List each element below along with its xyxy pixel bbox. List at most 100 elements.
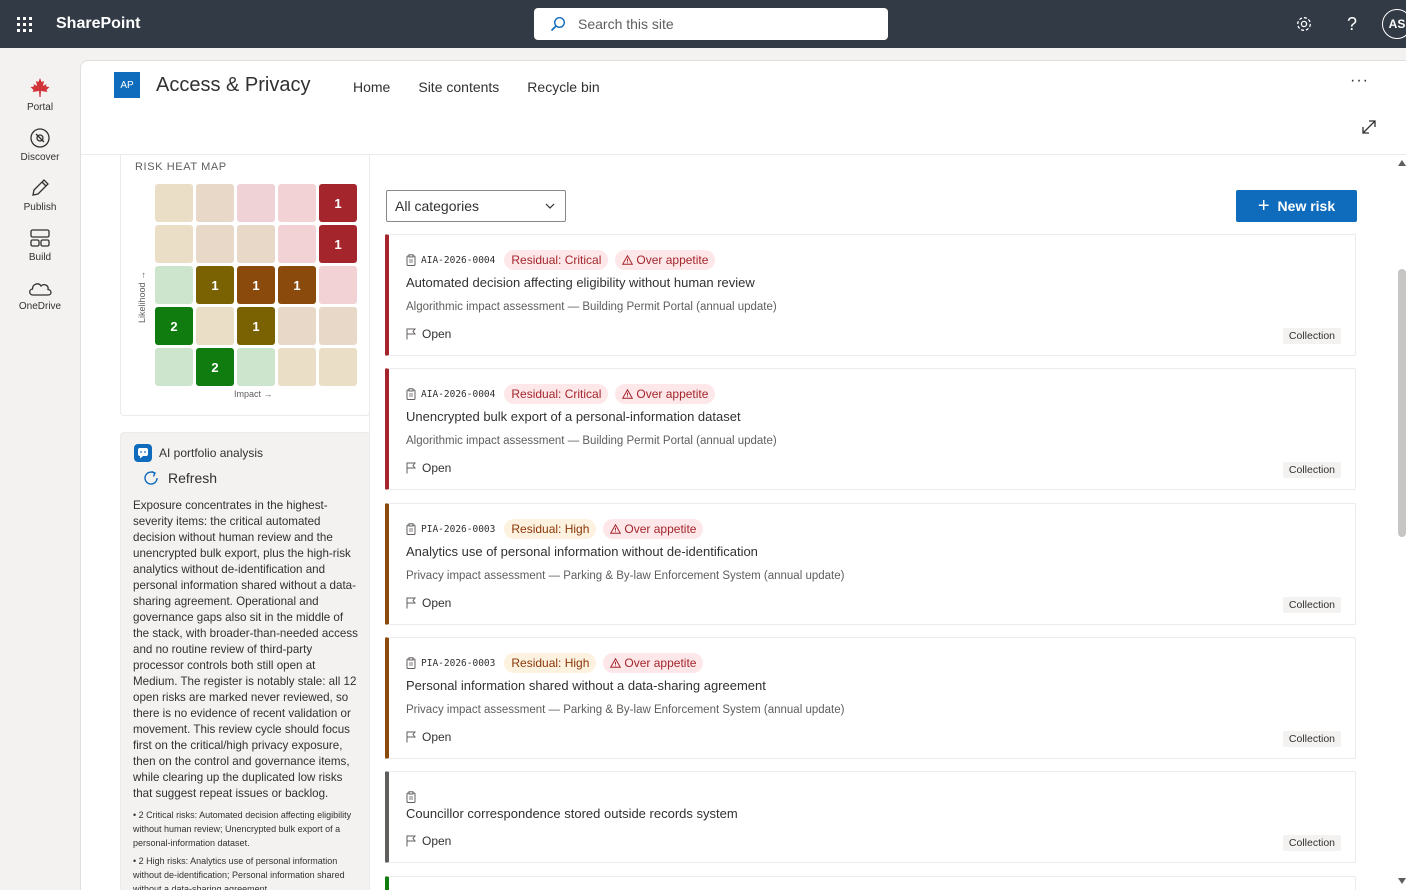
risk-code: PIA-2026-0003 xyxy=(421,523,496,535)
settings-button[interactable] xyxy=(1280,0,1328,48)
heat-map-cell[interactable] xyxy=(319,348,357,386)
residual-badge: Residual: High xyxy=(504,653,597,673)
site-logo[interactable]: AP xyxy=(114,72,140,98)
risk-subtitle: Algorithmic impact assessment — Building… xyxy=(406,435,777,447)
avatar[interactable]: AS xyxy=(1382,9,1406,39)
heat-map-cell[interactable] xyxy=(319,266,357,304)
appbar-item-label: Build xyxy=(28,252,52,263)
heat-map-cell[interactable] xyxy=(278,307,316,345)
new-risk-label: New risk xyxy=(1277,198,1336,214)
heat-map-cell[interactable] xyxy=(278,184,316,222)
question-icon: ? xyxy=(1346,13,1357,34)
heat-map-title: RISK HEAT MAP xyxy=(135,161,227,173)
residual-badge: Residual: Critical xyxy=(504,250,609,270)
risk-status-label: Open xyxy=(422,327,452,341)
risk-card[interactable]: Councillor correspondence stored outside… xyxy=(385,771,1356,863)
scrollbar[interactable] xyxy=(1397,155,1406,890)
heat-map-cell[interactable] xyxy=(278,225,316,263)
heat-map-cell[interactable]: 1 xyxy=(278,266,316,304)
nav-home[interactable]: Home xyxy=(353,79,390,95)
more-options-button[interactable]: ··· xyxy=(1350,72,1369,90)
risk-code: PIA-2026-0003 xyxy=(421,657,496,669)
category-value: All categories xyxy=(395,198,480,214)
expand-icon[interactable] xyxy=(1361,119,1377,135)
heat-map-cell[interactable]: 1 xyxy=(319,225,357,263)
clipboard-icon xyxy=(406,254,416,266)
heat-map-cell[interactable] xyxy=(155,184,193,222)
heat-map-cell[interactable] xyxy=(237,184,275,222)
heat-map-cell[interactable] xyxy=(196,184,234,222)
appetite-label: Over appetite xyxy=(624,656,697,670)
appetite-badge: Over appetite xyxy=(603,519,704,539)
appbar-item-build[interactable]: Build xyxy=(0,220,80,270)
risk-card-partial[interactable] xyxy=(385,876,1356,890)
risk-title[interactable]: Analytics use of personal information wi… xyxy=(406,544,758,559)
scroll-up-icon[interactable] xyxy=(1397,159,1406,167)
residual-badge: Residual: Critical xyxy=(504,384,609,404)
appbar-item-discover[interactable]: Discover xyxy=(0,120,80,170)
appbar-item-label: OneDrive xyxy=(18,301,62,312)
heat-map-cell[interactable] xyxy=(155,266,193,304)
risk-title[interactable]: Personal information shared without a da… xyxy=(406,678,766,693)
risk-status: Open xyxy=(406,327,451,341)
heat-map-cell[interactable] xyxy=(237,348,275,386)
flag-icon xyxy=(406,462,416,474)
heat-map-cell[interactable]: 1 xyxy=(319,184,357,222)
gear-icon xyxy=(1297,17,1311,31)
risk-subtitle: Algorithmic impact assessment — Building… xyxy=(406,301,777,313)
risk-title[interactable]: Councillor correspondence stored outside… xyxy=(406,806,738,821)
heat-map-cell[interactable] xyxy=(196,307,234,345)
risk-title[interactable]: Unencrypted bulk export of a personal-in… xyxy=(406,409,741,424)
heat-map-cell[interactable]: 2 xyxy=(155,307,193,345)
risk-subtitle: Privacy impact assessment — Parking & By… xyxy=(406,704,845,716)
warning-icon xyxy=(610,658,622,668)
risk-status-label: Open xyxy=(422,834,452,848)
heat-map-cell[interactable] xyxy=(196,225,234,263)
search-box[interactable]: Search this site xyxy=(534,8,888,40)
appbar-item-portal[interactable]: Portal xyxy=(0,70,80,120)
column-divider xyxy=(369,155,370,890)
heat-map-cell[interactable]: 1 xyxy=(237,307,275,345)
scroll-down-icon[interactable] xyxy=(1397,877,1406,885)
nav-recycle-bin[interactable]: Recycle bin xyxy=(527,79,599,95)
clipboard-icon xyxy=(406,523,416,535)
heat-map-cell[interactable] xyxy=(278,348,316,386)
appbar-item-onedrive[interactable]: OneDrive xyxy=(0,270,80,320)
risk-card[interactable]: PIA-2026-0003 Residual: High Over appetite… xyxy=(385,637,1356,759)
ai-bullet: • 2 Critical risks: Automated decision a… xyxy=(133,810,352,848)
heat-map-cell[interactable]: 2 xyxy=(196,348,234,386)
help-button[interactable]: ? xyxy=(1328,0,1376,48)
ai-bullet-list: • 2 Critical risks: Automated decision a… xyxy=(133,808,361,890)
warning-icon xyxy=(622,255,634,265)
heat-map-cell[interactable]: 1 xyxy=(237,266,275,304)
risk-heat-map: RISK HEAT MAP Likelihood → 11111212 Impa… xyxy=(120,155,370,416)
heat-map-cell[interactable] xyxy=(237,225,275,263)
new-risk-button[interactable]: + New risk xyxy=(1236,190,1357,222)
appbar-item-publish[interactable]: Publish xyxy=(0,170,80,220)
chevron-down-icon xyxy=(545,203,555,209)
site-title[interactable]: Access & Privacy xyxy=(156,74,310,97)
risk-status-label: Open xyxy=(422,730,452,744)
search-input[interactable]: Search this site xyxy=(578,16,674,32)
category-dropdown[interactable]: All categories xyxy=(386,190,566,222)
refresh-button[interactable]: Refresh xyxy=(142,469,217,487)
heat-map-cell[interactable] xyxy=(155,225,193,263)
heat-map-cell[interactable]: 1 xyxy=(196,266,234,304)
search-icon xyxy=(550,16,566,32)
risk-card[interactable]: PIA-2026-0003 Residual: High Over appetite… xyxy=(385,503,1356,625)
warning-icon xyxy=(622,389,634,399)
heat-map-cell[interactable] xyxy=(319,307,357,345)
nav-site-contents[interactable]: Site contents xyxy=(418,79,499,95)
risk-card[interactable]: AIA-2026-0004 Residual: Critical Over appe… xyxy=(385,234,1356,356)
appbar-item-label: Publish xyxy=(23,202,57,213)
brand-name[interactable]: SharePoint xyxy=(56,15,140,33)
risk-card[interactable]: AIA-2026-0004 Residual: Critical Over appe… xyxy=(385,368,1356,490)
category-tag: Collection xyxy=(1282,597,1341,613)
heat-map-cell[interactable] xyxy=(155,348,193,386)
ai-summary-text: Exposure concentrates in the highest-sev… xyxy=(133,499,358,800)
scroll-thumb[interactable] xyxy=(1398,269,1406,537)
risk-title[interactable]: Automated decision affecting eligibility… xyxy=(406,275,755,290)
appetite-badge: Over appetite xyxy=(615,250,716,270)
app-launcher-button[interactable] xyxy=(0,0,48,48)
flag-icon xyxy=(406,597,416,609)
